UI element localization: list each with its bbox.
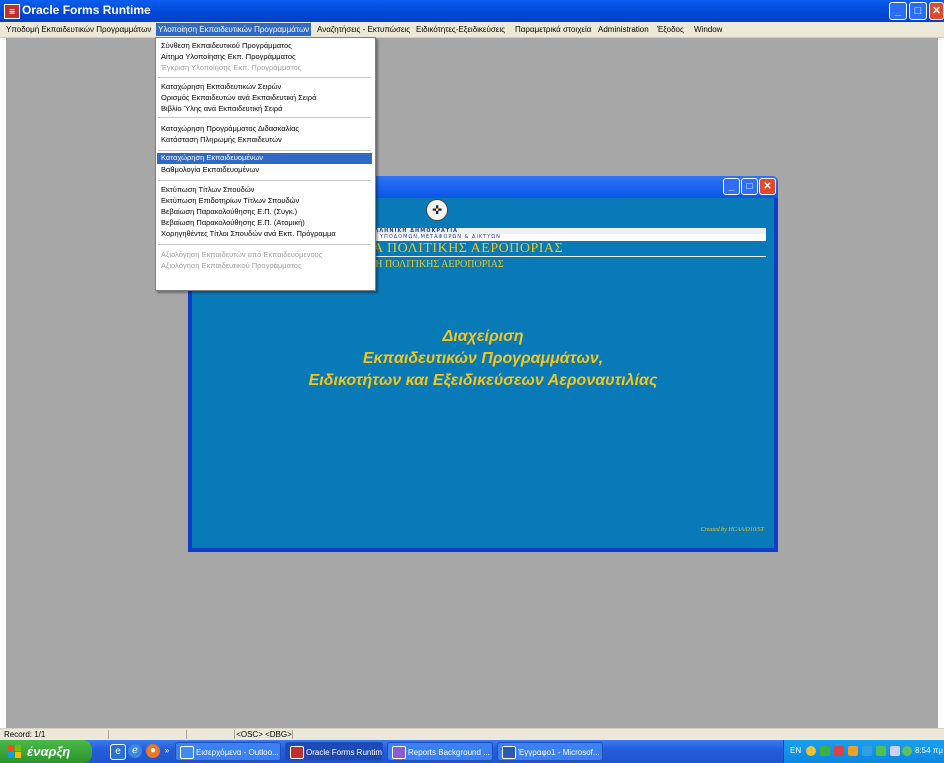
status-cell: [188, 730, 235, 739]
update-icon[interactable]: [876, 746, 886, 756]
word-icon: [502, 746, 516, 759]
menu-item-attendance-group[interactable]: Βεβαίωση Παρακολούθησης Ε.Π. (Συγκ.): [157, 207, 372, 217]
menu-infrastructure[interactable]: Υποδομή Εκπαιδευτικών Προγραμμάτων: [4, 23, 153, 36]
menu-item-approve-implementation: Έγκριση Υλοποίησης Εκπ. Προγράμματος: [161, 63, 302, 72]
menu-item-print-certificate-covers[interactable]: Εκτύπωση Επιδοτηρίων Τίτλων Σπουδών: [157, 196, 372, 206]
task-label: Έγγραφο1 - Microsof...: [518, 748, 600, 757]
task-oracle-forms[interactable]: Oracle Forms Runtime: [285, 742, 383, 761]
osc-dbg-indicator: <OSC> <DBG>: [236, 730, 293, 739]
menu-parameters[interactable]: Παραμετρικά στοιχεία: [513, 23, 593, 36]
language-indicator[interactable]: EN: [790, 746, 801, 755]
minimize-button[interactable]: _: [889, 2, 907, 20]
menu-item-granted-certificates[interactable]: Χορηγηθέντες Τίτλοι Σπουδών ανά Εκπ. Πρό…: [157, 229, 372, 239]
menu-administration[interactable]: Administration: [596, 23, 651, 36]
antivirus-icon[interactable]: [834, 746, 844, 756]
main-title-line-3: Ειδικοτήτων και Εξειδικεύσεων Αεροναυτιλ…: [308, 372, 658, 389]
menu-item-register-series[interactable]: Καταχώρηση Εκπαιδευτικών Σειρών: [157, 82, 372, 92]
school-headline: ΛΗ ΠΟΛΙΤΙΚΗΣ ΑΕΡΟΠΟΡΙΑΣ: [368, 259, 504, 270]
menu-separator: [158, 117, 371, 118]
menu-item-attendance-individual[interactable]: Βεβαίωση Παρακολούθησης Ε.Π. (Ατομική): [157, 218, 372, 228]
menu-item-compose-program[interactable]: Σύνθεση Εκπαιδευτικού Προγράμματος: [157, 41, 372, 51]
menu-item-syllabus-book[interactable]: Βιβλίο Ύλης ανά Εκπαιδευτική Σειρά: [157, 104, 372, 114]
menu-bar: Υποδομή Εκπαιδευτικών Προγραμμάτων Υλοπο…: [0, 22, 944, 38]
windows-logo-icon: [8, 745, 22, 758]
task-label: Oracle Forms Runtime: [306, 748, 383, 757]
menu-item-request-implementation[interactable]: Αίτημα Υλοποίησης Εκπ. Προγράμματος: [157, 52, 372, 62]
menu-search-print[interactable]: Αναζητήσεις - Εκτυπώσεις: [315, 23, 412, 36]
menu-exit[interactable]: Έξοδος: [655, 23, 686, 36]
firefox-icon[interactable]: ●: [146, 744, 160, 758]
main-title-line-2: Εκπαιδευτικών Προγραμμάτων,: [362, 350, 604, 367]
form-minimize-button[interactable]: _: [723, 178, 740, 195]
ministry-strip: ΙΟ ΥΠΟΔΟΜΩΝ,ΜΕΤΑΦΟΡΩΝ & ΔΙΚΤΥΩΝ: [368, 234, 766, 241]
task-word[interactable]: Έγγραφο1 - Microsof...: [497, 742, 603, 761]
quicklaunch-chevron[interactable]: »: [163, 744, 171, 758]
task-outlook[interactable]: Εισερχόμενα - Outloo...: [175, 742, 281, 761]
authority-headline: ΙΑ ΠΟΛΙΤΙΚΗΣ ΑΕΡΟΠΟΡΙΑΣ: [368, 241, 564, 256]
close-button[interactable]: ✕: [929, 2, 944, 20]
credit-label: Created by HCAA/D10/ST: [700, 527, 764, 533]
task-reports[interactable]: Reports Background ...: [387, 742, 493, 761]
menu-item-trainee-grades[interactable]: Βαθμολογία Εκπαιδευομένων: [157, 165, 372, 175]
task-label: Reports Background ...: [408, 748, 490, 757]
menu-item-evaluate-trainers: Αξιολόγηση Εκπαιδευτών από Εκπαιδευόμενο…: [161, 250, 323, 259]
greek-coat-of-arms-icon: ✜: [426, 199, 448, 221]
ministry-label: ΙΟ ΥΠΟΔΟΜΩΝ,ΜΕΤΑΦΟΡΩΝ & ΔΙΚΤΥΩΝ: [370, 234, 501, 240]
oracle-forms-icon: [290, 746, 304, 759]
task-label: Εισερχόμενα - Outloo...: [196, 748, 279, 757]
menu-item-register-trainees[interactable]: Καταχώρηση Εκπαιδευομένων: [157, 153, 372, 164]
menu-item-trainer-payments[interactable]: Κατάσταση Πληρωμής Εκπαιδευτών: [157, 135, 372, 145]
reports-icon: [392, 746, 406, 759]
header-divider: [368, 256, 766, 257]
status-bar: Record: 1/1 <OSC> <DBG>: [0, 728, 944, 740]
clock[interactable]: 8:54 πμ: [915, 746, 943, 755]
title-bar: ≡ Oracle Forms Runtime _ □ ✕: [0, 0, 944, 22]
oracle-forms-icon[interactable]: ≡: [4, 4, 20, 19]
maximize-button[interactable]: □: [909, 2, 927, 20]
menu-item-evaluate-program: Αξιολόγηση Εκπαιδευτικού Προγράμματος: [161, 261, 302, 270]
form-close-button[interactable]: ✕: [759, 178, 776, 195]
status-icon[interactable]: [902, 746, 912, 756]
security-icon[interactable]: [848, 746, 858, 756]
menu-item-teaching-schedule[interactable]: Καταχώρηση Προγράμματος Διδασκαλίας: [157, 124, 372, 134]
implementation-dropdown-menu: Σύνθεση Εκπαιδευτικού Προγράμματος Αίτημ…: [155, 37, 376, 291]
menu-implementation[interactable]: Υλοποίηση Εκπαιδευτικών Προγραμμάτων: [156, 23, 312, 36]
menu-specialties[interactable]: Ειδικότητες-Εξειδικεύσεις: [414, 23, 507, 36]
outlook-icon: [180, 746, 194, 759]
menu-separator: [158, 180, 371, 181]
menu-separator: [158, 150, 371, 151]
main-title-line-1: Διαχείριση: [442, 328, 524, 345]
outlook-express-icon[interactable]: ℯ: [128, 744, 142, 758]
connection-icon[interactable]: [862, 746, 872, 756]
volume-icon[interactable]: [890, 746, 900, 756]
ie-icon[interactable]: e: [110, 744, 126, 760]
menu-separator: [158, 244, 371, 245]
tray-arrow-icon[interactable]: [806, 746, 816, 756]
status-cell: [110, 730, 187, 739]
record-indicator: Record: 1/1: [4, 730, 109, 739]
windows-taskbar: έναρξη e ℯ ● » Εισερχόμενα - Outloo... O…: [0, 740, 944, 763]
start-label: έναρξη: [27, 744, 71, 759]
menu-window[interactable]: Window: [692, 23, 724, 36]
menu-item-assign-trainers[interactable]: Ορισμός Εκπαιδευτών ανά Εκπαιδευτική Σει…: [157, 93, 372, 103]
start-button[interactable]: έναρξη: [0, 740, 92, 763]
network-icon[interactable]: [820, 746, 830, 756]
form-maximize-button[interactable]: □: [741, 178, 758, 195]
system-tray: EN 8:54 πμ: [783, 740, 944, 763]
menu-item-print-certificates[interactable]: Εκτύπωση Τίτλων Σπουδών: [157, 185, 372, 195]
menu-separator: [158, 77, 371, 78]
window-title: Oracle Forms Runtime: [22, 3, 151, 17]
